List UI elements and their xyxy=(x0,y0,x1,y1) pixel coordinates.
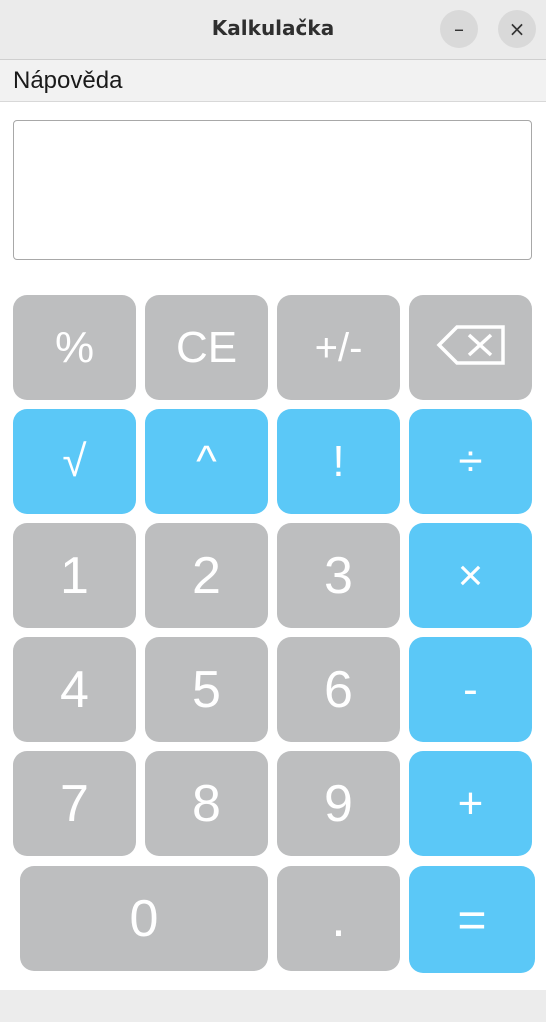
negate-label: +/- xyxy=(314,325,363,370)
digit-5-label: 5 xyxy=(192,660,221,719)
factorial-label: ! xyxy=(332,436,345,486)
status-bar xyxy=(0,990,546,1022)
negate-button[interactable]: +/- xyxy=(277,295,400,400)
digit-0-button[interactable]: 0 xyxy=(20,866,268,971)
digit-9-button[interactable]: 9 xyxy=(277,751,400,856)
digit-8-label: 8 xyxy=(192,774,221,833)
digit-9-label: 9 xyxy=(324,774,353,833)
divide-label: ÷ xyxy=(458,436,483,486)
digit-4-label: 4 xyxy=(60,660,89,719)
power-label: ^ xyxy=(196,436,217,486)
digit-6-label: 6 xyxy=(324,660,353,719)
digit-6-button[interactable]: 6 xyxy=(277,637,400,742)
multiply-label: × xyxy=(457,550,484,600)
result-display[interactable] xyxy=(13,120,532,260)
close-button[interactable]: × xyxy=(498,10,536,48)
multiply-button[interactable]: × xyxy=(409,523,532,628)
minimize-button[interactable]: – xyxy=(440,10,478,48)
digit-1-label: 1 xyxy=(60,546,89,605)
digit-2-label: 2 xyxy=(192,546,221,605)
equals-button[interactable]: = xyxy=(409,866,535,973)
backspace-icon xyxy=(435,323,507,372)
percent-label: % xyxy=(54,322,95,372)
digit-5-button[interactable]: 5 xyxy=(145,637,268,742)
digit-7-label: 7 xyxy=(60,774,89,833)
digit-1-button[interactable]: 1 xyxy=(13,523,136,628)
factorial-button[interactable]: ! xyxy=(277,409,400,514)
subtract-button[interactable]: - xyxy=(409,637,532,742)
decimal-point-button[interactable]: . xyxy=(277,866,400,971)
clear-entry-label: CE xyxy=(175,322,238,372)
decimal-point-label: . xyxy=(331,889,346,948)
add-button[interactable]: + xyxy=(409,751,532,856)
digit-3-button[interactable]: 3 xyxy=(277,523,400,628)
digit-0-label: 0 xyxy=(129,889,159,948)
divide-button[interactable]: ÷ xyxy=(409,409,532,514)
square-root-label: √ xyxy=(62,436,87,486)
digit-2-button[interactable]: 2 xyxy=(145,523,268,628)
digit-8-button[interactable]: 8 xyxy=(145,751,268,856)
digit-4-button[interactable]: 4 xyxy=(13,637,136,742)
title-bar[interactable]: Kalkulačka – × xyxy=(0,0,546,60)
calculator-window: Kalkulačka – × Nápověda % CE +/- √ ^ ! ÷ xyxy=(0,0,546,1022)
power-button[interactable]: ^ xyxy=(145,409,268,514)
digit-7-button[interactable]: 7 xyxy=(13,751,136,856)
menu-item-help[interactable]: Nápověda xyxy=(13,67,122,95)
square-root-button[interactable]: √ xyxy=(13,409,136,514)
digit-3-label: 3 xyxy=(324,546,353,605)
clear-entry-button[interactable]: CE xyxy=(145,295,268,400)
subtract-label: - xyxy=(463,664,478,714)
backspace-button[interactable] xyxy=(409,295,532,400)
add-label: + xyxy=(457,778,484,828)
equals-label: = xyxy=(457,891,487,948)
percent-button[interactable]: % xyxy=(13,295,136,400)
menu-bar: Nápověda xyxy=(0,60,546,102)
